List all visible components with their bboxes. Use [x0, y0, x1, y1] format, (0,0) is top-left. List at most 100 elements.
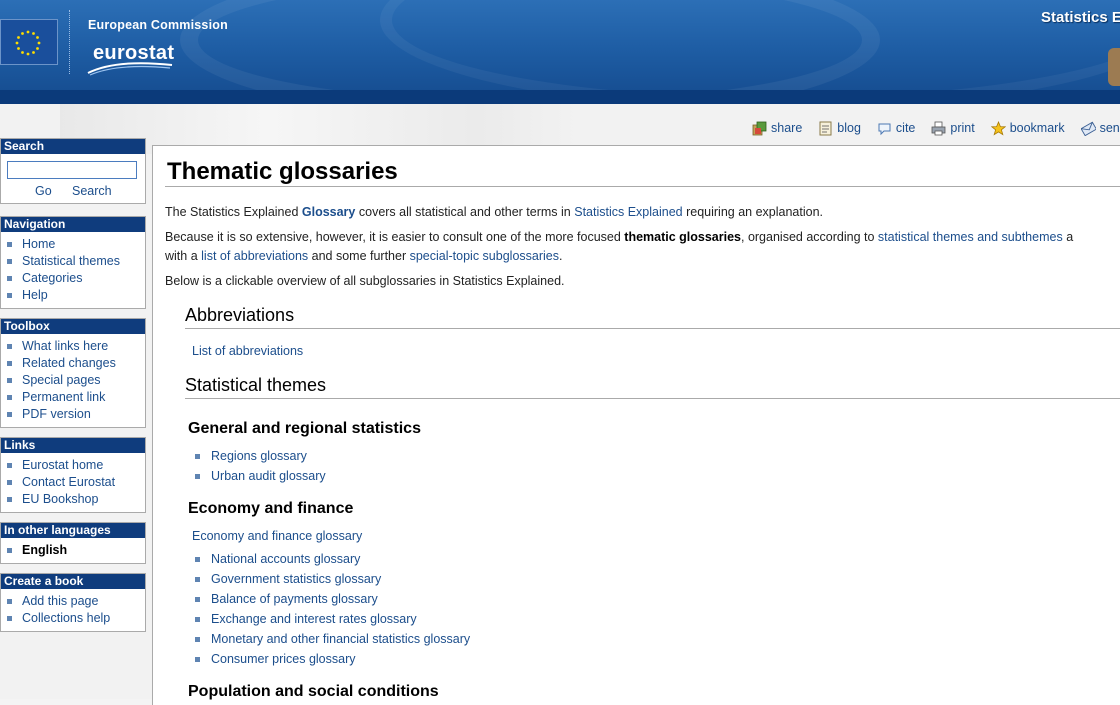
intro-paragraph-3: with a list of abbreviations and some fu…	[165, 247, 562, 266]
glossary-link: Monetary and other financial statistics …	[211, 632, 471, 646]
glossary-link: Government statistics glossary	[211, 572, 382, 586]
toolbox-item-special-pages[interactable]: Special pages	[7, 372, 145, 389]
eu-flag-icon[interactable]	[0, 19, 58, 65]
share-action[interactable]: share	[752, 121, 802, 136]
bullet-icon	[7, 276, 12, 281]
list-item[interactable]: Monetary and other financial statistics …	[195, 629, 470, 649]
links-portlet-title: Links	[1, 438, 145, 453]
print-label: print	[950, 121, 975, 135]
search-portlet-title: Search	[1, 139, 145, 154]
page-title: Thematic glossaries	[167, 158, 398, 185]
blog-action[interactable]: blog	[818, 121, 861, 136]
header-strip	[0, 90, 1120, 104]
go-button[interactable]: Go	[35, 184, 52, 198]
bullet-icon	[7, 599, 12, 604]
search-portlet: Search Go Search	[0, 138, 146, 204]
list-item[interactable]: Regions glossary	[195, 446, 326, 466]
bullet-icon	[7, 344, 12, 349]
special-topic-subglossaries-link[interactable]: special-topic subglossaries	[410, 249, 559, 263]
header-decoration	[380, 0, 1120, 90]
bullet-icon	[7, 259, 12, 264]
book-item-add-this-page[interactable]: Add this page	[7, 593, 145, 610]
heading-divider	[185, 398, 1120, 399]
book-item-collections-help[interactable]: Collections help	[7, 610, 145, 627]
bullet-icon	[195, 636, 200, 642]
toolbox-item-permanent-link[interactable]: Permanent link	[7, 389, 145, 406]
link-item-label: Contact Eurostat	[22, 475, 116, 489]
send-action[interactable]: send	[1080, 121, 1120, 136]
glossary-link: Exchange and interest rates glossary	[211, 612, 417, 626]
bullet-icon	[195, 576, 200, 582]
bullet-icon	[7, 480, 12, 485]
toolbox-item-what-links-here[interactable]: What links here	[7, 338, 145, 355]
toolbox-item-label: What links here	[22, 339, 109, 353]
themes-subthemes-link[interactable]: statistical themes and subthemes	[878, 230, 1063, 244]
list-item[interactable]: Balance of payments glossary	[195, 589, 470, 609]
nav-item-help[interactable]: Help	[7, 287, 145, 304]
glossary-link: Balance of payments glossary	[211, 592, 378, 606]
list-item[interactable]: National accounts glossary	[195, 549, 470, 569]
book-item-label: Collections help	[22, 611, 111, 625]
search-input[interactable]	[7, 161, 137, 179]
list-of-abbreviations-link[interactable]: list of abbreviations	[201, 249, 308, 263]
languages-portlet: In other languages English	[0, 522, 146, 564]
statistics-explained-link[interactable]: Statistics Explained	[574, 205, 682, 219]
intro-text: The Statistics Explained	[165, 205, 302, 219]
list-item[interactable]: Exchange and interest rates glossary	[195, 609, 470, 629]
list-of-abbreviations-item[interactable]: List of abbreviations	[192, 344, 303, 358]
print-action[interactable]: print	[931, 121, 975, 136]
bookmark-action[interactable]: bookmark	[990, 120, 1065, 136]
intro-text: with a	[165, 249, 202, 263]
bullet-icon	[7, 293, 12, 298]
create-book-portlet-title: Create a book	[1, 574, 145, 589]
bullet-icon	[7, 463, 12, 468]
economy-finance-list: National accounts glossary Government st…	[195, 549, 470, 669]
cite-action[interactable]: cite	[877, 121, 915, 136]
bullet-icon	[7, 378, 12, 383]
bullet-icon	[195, 616, 200, 622]
nav-item-label: Home	[22, 237, 56, 251]
list-item[interactable]: Government statistics glossary	[195, 569, 470, 589]
nav-item-home[interactable]: Home	[7, 236, 145, 253]
intro-text: and some further	[308, 249, 410, 263]
general-regional-list: Regions glossary Urban audit glossary	[195, 446, 326, 486]
nav-item-label: Categories	[22, 271, 83, 285]
site-header: European Commission eurostat Statistics …	[0, 0, 1120, 90]
link-item-eu-bookshop[interactable]: EU Bookshop	[7, 491, 145, 508]
share-label: share	[771, 121, 803, 135]
site-title[interactable]: Statistics E	[1041, 9, 1120, 26]
european-commission-label[interactable]: European Commission	[88, 18, 228, 32]
link-item-label: Eurostat home	[22, 458, 104, 472]
statistical-themes-heading: Statistical themes	[185, 375, 327, 395]
create-book-portlet: Create a book Add this page Collections …	[0, 573, 146, 632]
thematic-glossaries-bold: thematic glossaries	[624, 230, 741, 244]
bookmark-label: bookmark	[1009, 121, 1065, 135]
nav-item-label: Help	[22, 288, 48, 302]
blog-label: blog	[837, 121, 861, 135]
nav-item-statistical-themes[interactable]: Statistical themes	[7, 253, 145, 270]
toolbox-item-related-changes[interactable]: Related changes	[7, 355, 145, 372]
glossary-link: Urban audit glossary	[211, 469, 326, 483]
print-icon	[931, 121, 946, 136]
intro-text: Because it is so extensive, however, it …	[165, 230, 625, 244]
cite-label: cite	[895, 121, 916, 135]
languages-portlet-title: In other languages	[1, 523, 145, 538]
list-item[interactable]: Urban audit glossary	[195, 466, 326, 486]
main-content: Thematic glossaries The Statistics Expla…	[152, 145, 1120, 705]
bookmark-star-icon	[990, 120, 1006, 136]
link-item-contact-eurostat[interactable]: Contact Eurostat	[7, 474, 145, 491]
glossary-link: National accounts glossary	[211, 552, 361, 566]
bullet-icon	[7, 497, 12, 502]
search-button[interactable]: Search	[72, 184, 112, 198]
glossary-link[interactable]: Glossary	[302, 205, 356, 219]
eurostat-logo[interactable]: eurostat	[93, 42, 174, 65]
toolbox-item-label: Permanent link	[22, 390, 106, 404]
blog-icon	[818, 121, 833, 136]
general-regional-heading: General and regional statistics	[188, 420, 421, 437]
economy-finance-glossary-link[interactable]: Economy and finance glossary	[192, 529, 362, 543]
toolbox-item-label: Related changes	[22, 356, 116, 370]
link-item-eurostat-home[interactable]: Eurostat home	[7, 457, 145, 474]
nav-item-categories[interactable]: Categories	[7, 270, 145, 287]
toolbox-item-pdf-version[interactable]: PDF version	[7, 406, 145, 423]
list-item[interactable]: Consumer prices glossary	[195, 649, 470, 669]
